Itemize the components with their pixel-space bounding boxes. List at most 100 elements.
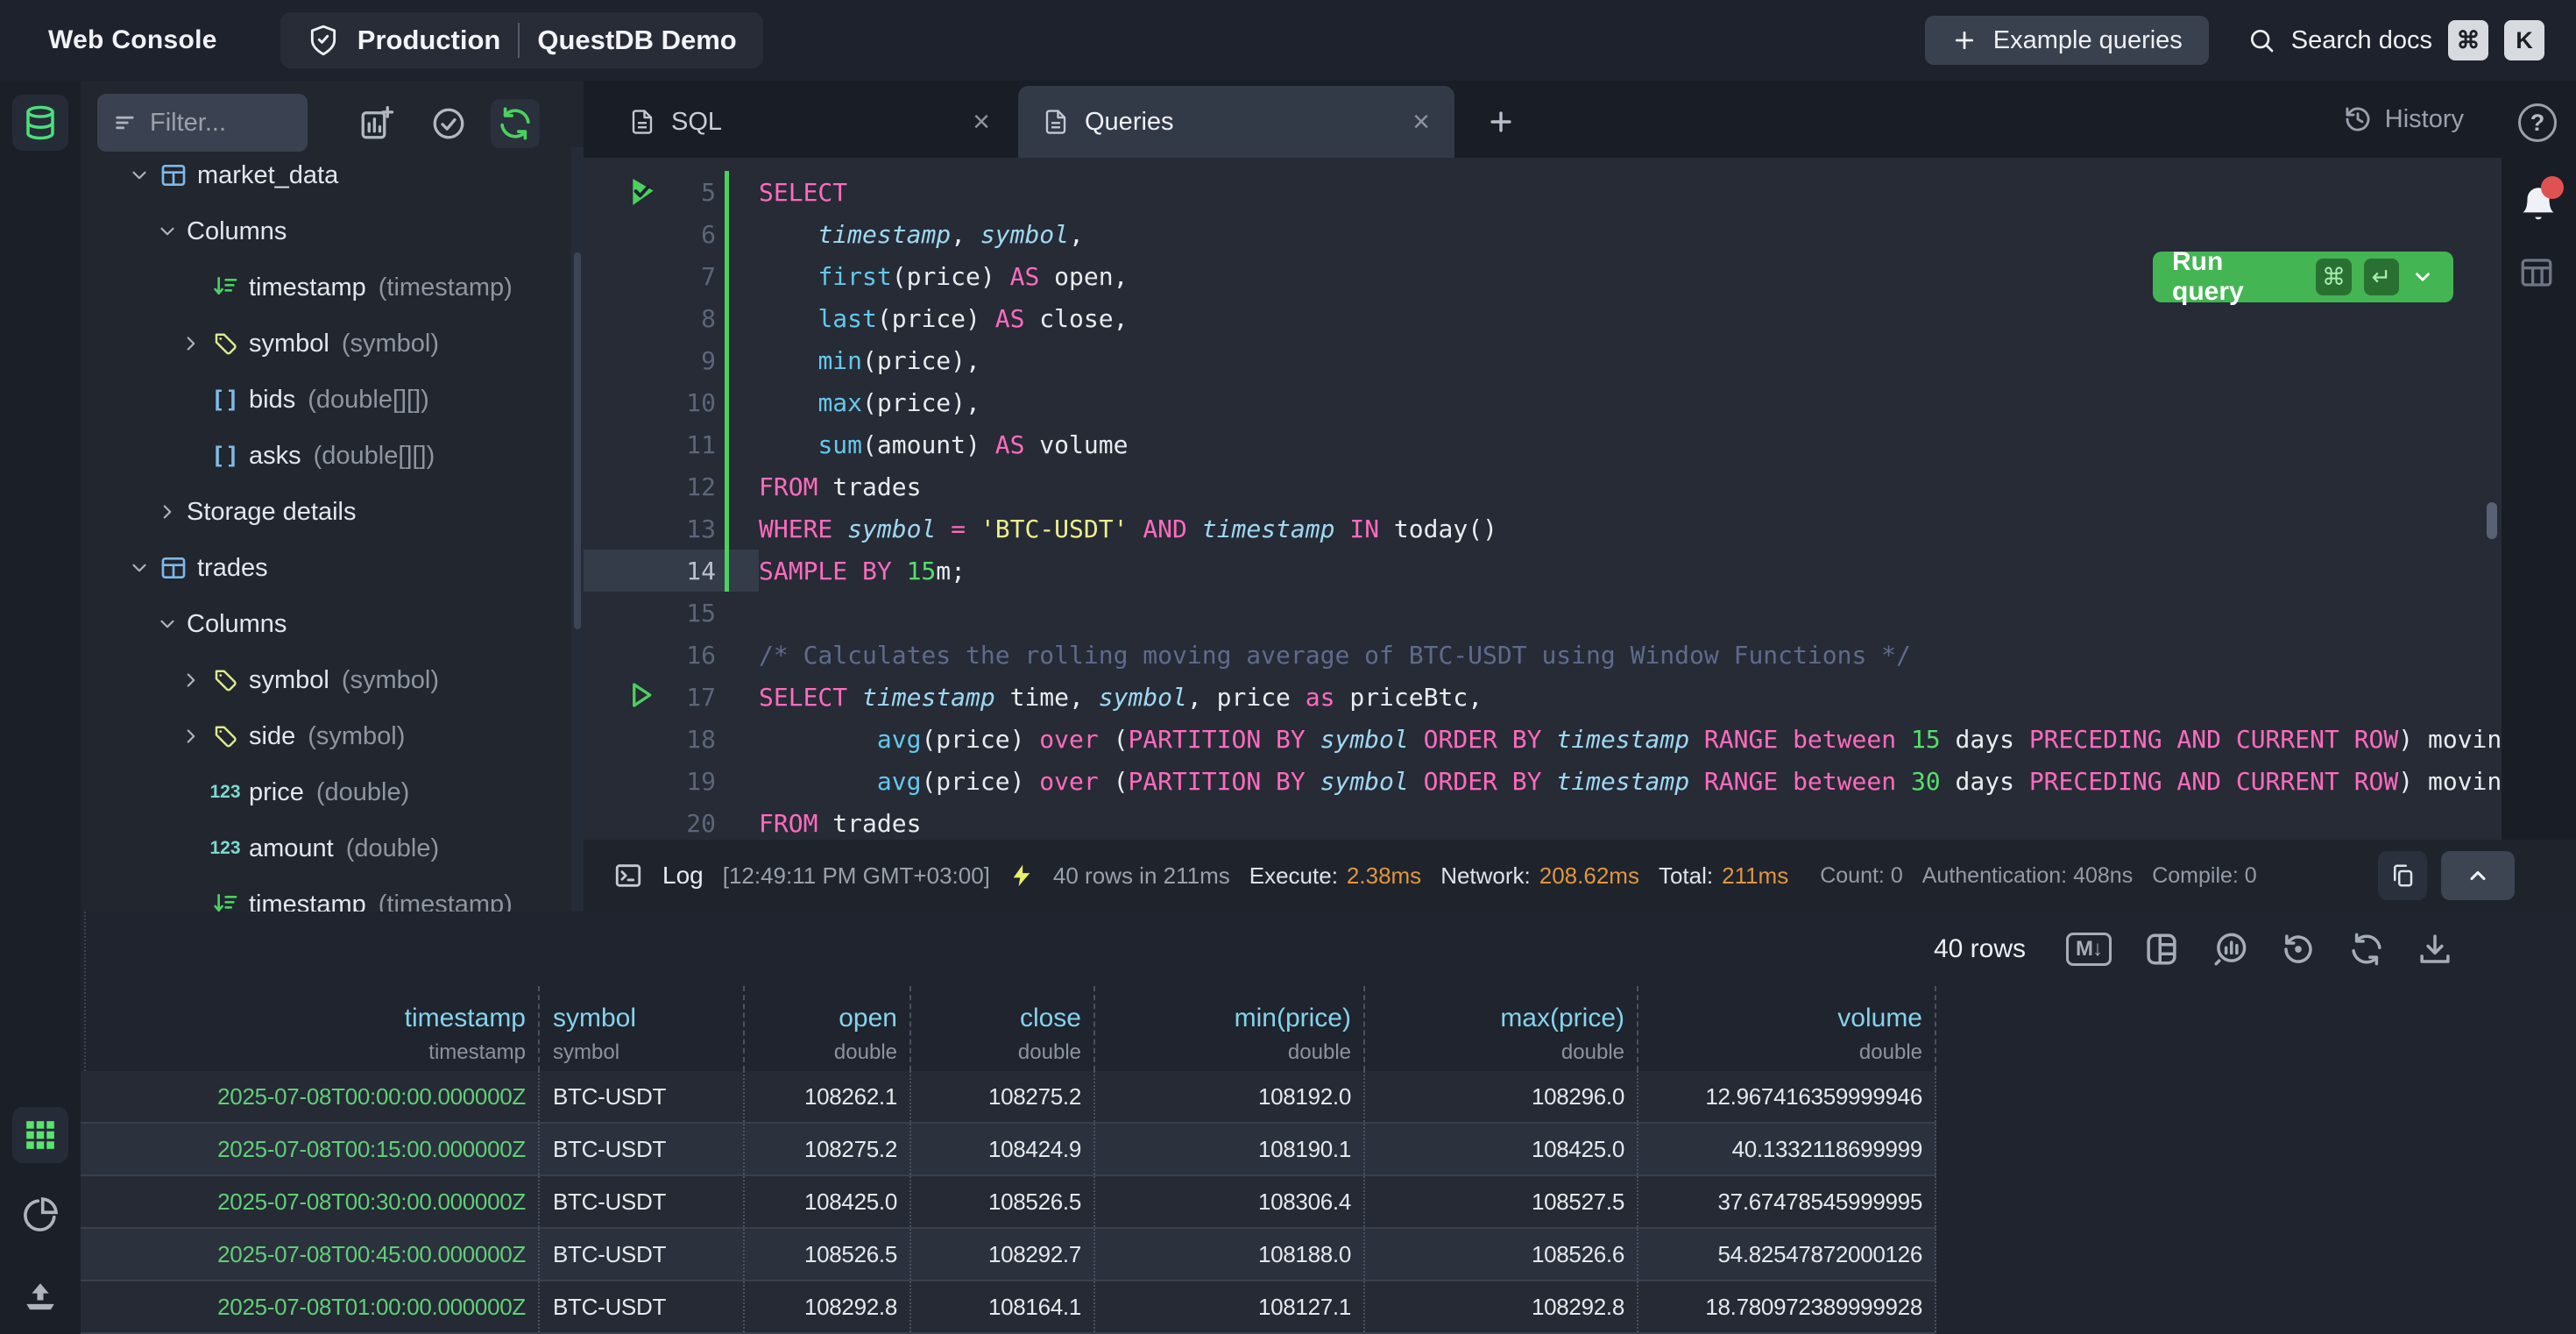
search-docs-button[interactable]: Search docs ⌘ K <box>2247 20 2544 60</box>
code-line-5[interactable]: 5SELECT <box>584 171 2502 213</box>
tree-item-price[interactable]: 123price(double) <box>81 764 571 820</box>
column-header-close[interactable]: closedouble <box>911 986 1095 1071</box>
results-panel-icon[interactable] <box>2516 254 2558 293</box>
notifications-bell-icon[interactable] <box>2516 180 2562 231</box>
tree-item-bids[interactable]: []bids(double[][]) <box>81 372 571 428</box>
sql-editor[interactable]: 5SELECT6 timestamp, symbol,7 first(price… <box>584 158 2502 840</box>
chevron-down-icon[interactable] <box>126 557 152 579</box>
pie-chart-icon[interactable] <box>12 1187 68 1243</box>
code-line-10[interactable]: 10 max(price), <box>584 381 2502 423</box>
tree-item-trades[interactable]: trades <box>81 540 571 596</box>
code-line-11[interactable]: 11 sum(amount) AS volume <box>584 423 2502 465</box>
table-row[interactable]: 2025-07-08T00:30:00.000000ZBTC-USDT10842… <box>81 1176 1936 1229</box>
cell-close: 108424.9 <box>911 1124 1095 1174</box>
column-header-symbol[interactable]: symbolsymbol <box>540 986 745 1071</box>
column-header-open[interactable]: opendouble <box>745 986 911 1071</box>
log-row-summary: 40 rows in 211ms <box>1053 862 1230 890</box>
line-number: 6 <box>584 220 716 249</box>
check-circle-icon[interactable] <box>424 99 473 148</box>
code-line-15[interactable]: 15 <box>584 592 2502 634</box>
code-line-17[interactable]: 17SELECT timestamp time, symbol, price a… <box>584 676 2502 718</box>
editor-scrollbar[interactable] <box>2487 502 2497 539</box>
table-row[interactable]: 2025-07-08T00:45:00.000000ZBTC-USDT10852… <box>81 1229 1936 1281</box>
code-line-20[interactable]: 20FROM trades <box>584 802 2502 840</box>
close-icon[interactable]: × <box>1386 107 1430 137</box>
tree-item-amount[interactable]: 123amount(double) <box>81 820 571 876</box>
columns-layout-icon[interactable] <box>2143 931 2180 968</box>
tree-item-symbol[interactable]: symbol(symbol) <box>81 652 571 708</box>
tree-item-side[interactable]: side(symbol) <box>81 708 571 764</box>
tree-item-symbol[interactable]: symbol(symbol) <box>81 316 571 372</box>
code-line-16[interactable]: 16/* Calculates the rolling moving avera… <box>584 634 2502 676</box>
code-text: max(price), <box>759 388 980 417</box>
tree-item-storage-details[interactable]: Storage details <box>81 484 571 540</box>
cell-max-price-: 108296.0 <box>1365 1071 1638 1122</box>
collapse-log-button[interactable] <box>2441 851 2515 900</box>
refresh-icon[interactable] <box>2348 931 2385 968</box>
chevron-down-icon[interactable] <box>126 164 152 187</box>
code-line-9[interactable]: 9 min(price), <box>584 339 2502 381</box>
table-row[interactable]: 2025-07-08T01:00:00.000000ZBTC-USDT10829… <box>81 1281 1936 1334</box>
tree-item-label: side <box>249 722 295 751</box>
tag-icon <box>210 723 240 749</box>
history-icon[interactable] <box>2280 931 2317 968</box>
chevron-right-icon[interactable] <box>178 725 204 748</box>
table-icon <box>159 554 188 582</box>
table-row[interactable]: 2025-07-08T00:00:00.000000ZBTC-USDT10826… <box>81 1071 1936 1124</box>
tree-item-columns[interactable]: Columns <box>81 203 571 259</box>
run-query-button[interactable]: Run query ⌘ ↵ <box>2153 252 2453 302</box>
close-icon[interactable]: × <box>946 107 990 137</box>
cell-open: 108292.8 <box>745 1281 911 1332</box>
tree-item-type: (double) <box>316 778 409 807</box>
history-button[interactable]: History <box>2343 100 2464 138</box>
column-header-timestamp[interactable]: timestamptimestamp <box>81 986 540 1071</box>
tree-item-timestamp[interactable]: timestamp(timestamp) <box>81 259 571 316</box>
instance-badge[interactable]: Production QuestDB Demo <box>280 12 763 68</box>
chart-icon[interactable] <box>2212 931 2248 968</box>
chevron-down-icon[interactable] <box>2411 266 2434 288</box>
cell-min-price-: 108127.1 <box>1095 1281 1365 1332</box>
new-tab-button[interactable] <box>1481 102 1521 142</box>
table-row[interactable]: 2025-07-08T00:15:00.000000ZBTC-USDT10827… <box>81 1124 1936 1176</box>
tree-item-market-data[interactable]: market_data <box>81 147 571 203</box>
cell-max-price-: 108292.8 <box>1365 1281 1638 1332</box>
example-queries-button[interactable]: Example queries <box>1925 16 2209 65</box>
code-line-13[interactable]: 13WHERE symbol = 'BTC-USDT' AND timestam… <box>584 507 2502 550</box>
chevron-down-icon[interactable] <box>154 220 180 243</box>
column-type: timestamp <box>81 1040 526 1065</box>
grid-icon[interactable] <box>12 1107 68 1163</box>
tree-item-timestamp[interactable]: timestamp(timestamp) <box>81 876 571 912</box>
column-header-volume[interactable]: volumedouble <box>1638 986 1936 1071</box>
code-line-19[interactable]: 19 avg(price) over (PARTITION BY symbol … <box>584 760 2502 802</box>
code-line-14[interactable]: 14SAMPLE BY 15m; <box>584 550 2502 592</box>
line-number: 11 <box>584 430 716 459</box>
refresh-icon[interactable] <box>491 99 540 148</box>
download-icon[interactable] <box>2417 931 2453 968</box>
tab-sql[interactable]: SQL × <box>605 86 1015 158</box>
code-text: sum(amount) AS volume <box>759 430 1128 459</box>
log-timestamp: [12:49:11 PM GMT+03:00] <box>723 862 990 890</box>
sidebar-scrollbar[interactable] <box>571 147 584 912</box>
chevron-right-icon[interactable] <box>178 669 204 692</box>
executed-range-bar <box>725 297 729 339</box>
code-text: SELECT <box>759 178 847 207</box>
column-header-min-price-[interactable]: min(price)double <box>1095 986 1365 1071</box>
tab-queries[interactable]: Queries × <box>1018 86 1454 158</box>
filter-input[interactable] <box>150 109 281 138</box>
database-icon[interactable] <box>12 95 68 151</box>
chevron-right-icon[interactable] <box>178 332 204 355</box>
code-line-18[interactable]: 18 avg(price) over (PARTITION BY symbol … <box>584 718 2502 760</box>
chevron-right-icon[interactable] <box>154 500 180 523</box>
markdown-icon[interactable]: M↓ <box>2066 933 2112 966</box>
chevron-down-icon[interactable] <box>154 613 180 635</box>
column-header-max-price-[interactable]: max(price)double <box>1365 986 1638 1071</box>
copy-icon[interactable] <box>2378 851 2427 900</box>
add-metrics-icon[interactable] <box>352 99 401 148</box>
tree-item-label: market_data <box>197 161 338 190</box>
help-button[interactable]: ? <box>2518 103 2557 142</box>
code-line-12[interactable]: 12FROM trades <box>584 465 2502 507</box>
schema-filter[interactable] <box>97 94 308 152</box>
tree-item-columns[interactable]: Columns <box>81 596 571 652</box>
upload-icon[interactable] <box>12 1269 68 1325</box>
tree-item-asks[interactable]: []asks(double[][]) <box>81 428 571 484</box>
